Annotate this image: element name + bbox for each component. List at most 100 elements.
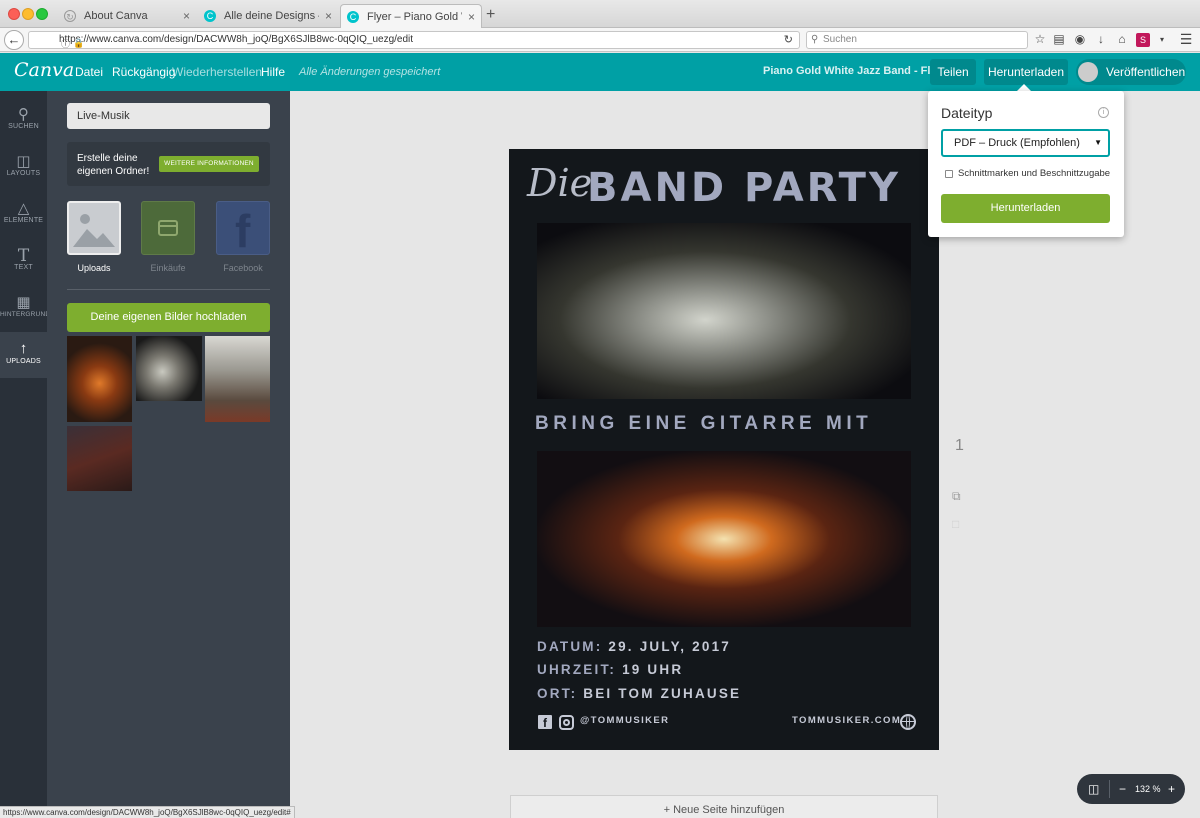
rail-item-uploads[interactable]: ↑ UPLOADS: [0, 332, 47, 378]
menu-undo[interactable]: Rückgängig: [112, 65, 175, 79]
share-button[interactable]: Teilen: [930, 59, 976, 85]
window-minimize-button[interactable]: [22, 8, 34, 20]
image-placeholder-icon: [73, 214, 115, 247]
zoom-in-button[interactable]: +: [1168, 774, 1175, 804]
tab-close-icon[interactable]: ×: [183, 9, 190, 23]
back-button[interactable]: ←: [4, 30, 24, 50]
search-icon: ⚲: [811, 34, 819, 45]
menu-file[interactable]: Datei: [75, 65, 103, 79]
uploaded-image-foggy-forest[interactable]: [205, 336, 270, 422]
flyer-page[interactable]: Die BAND PARTY BRING EINE GITARRE MIT DA…: [509, 149, 939, 750]
browser-tab-bar: ↻ About Canva × C Alle deine Designs – C…: [0, 0, 1200, 28]
file-type-selected: PDF – Druck (Empfohlen): [954, 137, 1080, 149]
purchases-source-tile[interactable]: [141, 201, 195, 255]
credit-card-icon: [158, 220, 178, 236]
tab-close-icon[interactable]: ×: [468, 10, 475, 24]
globe-icon: [900, 714, 916, 730]
uploads-source-tile[interactable]: [67, 201, 121, 255]
layouts-icon: ◫: [16, 153, 31, 170]
rail-label: HINTERGRUND: [0, 311, 51, 318]
rail-item-elements[interactable]: △ ELEMENTE: [0, 191, 47, 237]
url-input[interactable]: ⓘ 🔒 https://www.canva.com/design/DACWW8h…: [28, 31, 800, 49]
flyer-place-line[interactable]: ORT: BEI TOM ZUHAUSE: [537, 686, 741, 701]
browser-search-input[interactable]: ⚲ Suchen: [806, 31, 1028, 49]
flyer-photo-portrait[interactable]: [537, 223, 911, 399]
rail-item-background[interactable]: ▦ HINTERGRUND: [0, 285, 51, 331]
menu-redo[interactable]: Wiederherstellen: [172, 65, 262, 79]
reading-list-icon[interactable]: ▤: [1051, 32, 1067, 46]
crop-marks-label[interactable]: Schnittmarken und Beschnittzugabe: [958, 168, 1110, 179]
canva-favicon-icon: C: [204, 10, 216, 22]
page-number: 1: [955, 437, 964, 454]
menu-help[interactable]: Hilfe: [261, 65, 285, 79]
rail-item-layouts[interactable]: ◫ LAYOUTS: [0, 144, 47, 190]
purchases-source-label: Einkäufe: [150, 263, 186, 273]
uploads-source-label: Uploads: [77, 263, 111, 273]
flyer-website[interactable]: TOMMUSIKER.COM: [792, 715, 901, 726]
zoom-divider: [1109, 780, 1110, 798]
rail-item-search[interactable]: ⚲ SUCHEN: [0, 97, 47, 143]
lock-icon: 🔒: [73, 38, 85, 48]
new-tab-button[interactable]: +: [486, 6, 495, 24]
extension-menu-chevron-icon[interactable]: ▾: [1154, 35, 1170, 44]
browser-tab[interactable]: C Alle deine Designs – Canva ×: [198, 4, 338, 28]
place-value: BEI TOM ZUHAUSE: [583, 686, 742, 701]
pocket-icon[interactable]: ◉: [1072, 32, 1088, 46]
flyer-time-line[interactable]: UHRZEIT: 19 UHR: [537, 662, 683, 677]
uploaded-image-room[interactable]: [67, 426, 132, 491]
panel-search-input[interactable]: Live-Musik: [67, 103, 270, 129]
background-pattern-icon: ▦: [16, 294, 31, 311]
bookmark-star-icon[interactable]: ☆: [1032, 32, 1048, 46]
tab-close-icon[interactable]: ×: [325, 9, 332, 23]
present-icon[interactable]: ◫: [1088, 774, 1099, 804]
browser-toolbar: ← ⓘ 🔒 https://www.canva.com/design/DACWW…: [0, 28, 1200, 52]
facebook-source-label: Facebook: [223, 263, 263, 273]
time-label: UHRZEIT:: [537, 662, 617, 677]
add-page-button[interactable]: + Neue Seite hinzufügen: [510, 795, 938, 818]
crop-marks-checkbox[interactable]: [945, 170, 953, 178]
download-popover: Dateityp i PDF – Druck (Empfohlen) ▼ Sch…: [928, 91, 1124, 237]
browser-tab[interactable]: ↻ About Canva ×: [58, 4, 196, 28]
uploaded-image-portrait[interactable]: [136, 336, 202, 401]
info-icon[interactable]: i: [1098, 107, 1109, 118]
save-status: Alle Änderungen gespeichert: [299, 66, 441, 78]
download-button[interactable]: Herunterladen: [984, 59, 1068, 85]
flyer-die-text[interactable]: Die: [527, 161, 592, 205]
status-bar-url: https://www.canva.com/design/DACWW8h_joQ…: [0, 806, 295, 818]
date-value: 29. JULY, 2017: [608, 639, 732, 654]
canva-logo[interactable]: Canva: [14, 59, 74, 81]
facebook-source-tile[interactable]: f: [216, 201, 270, 257]
rail-item-text[interactable]: T TEXT: [0, 238, 47, 284]
uploaded-image-fire-basket[interactable]: [67, 336, 132, 422]
flyer-subtitle[interactable]: BRING EINE GITARRE MIT: [535, 413, 872, 435]
design-title[interactable]: Piano Gold White Jazz Band - Flyer: [763, 65, 947, 77]
window-zoom-button[interactable]: [36, 8, 48, 20]
file-type-select[interactable]: PDF – Druck (Empfohlen) ▼: [941, 129, 1110, 157]
download-confirm-button[interactable]: Herunterladen: [941, 194, 1110, 223]
flyer-date-line[interactable]: DATUM: 29. JULY, 2017: [537, 639, 731, 654]
delete-page-icon[interactable]: □: [952, 517, 959, 531]
reload-icon[interactable]: ↻: [784, 32, 793, 48]
facebook-icon: f: [235, 205, 251, 257]
folder-promo: Erstelle deine eigenen Ordner! WEITERE I…: [67, 142, 270, 186]
publish-button[interactable]: Veröffentlichen: [1076, 59, 1186, 85]
rail-label: ELEMENTE: [3, 217, 44, 224]
hamburger-menu-icon[interactable]: ☰: [1178, 31, 1194, 48]
info-icon[interactable]: ⓘ: [61, 36, 70, 52]
time-value: 19 UHR: [622, 662, 684, 677]
duplicate-page-icon[interactable]: ⧉: [952, 489, 961, 504]
search-icon: ⚲: [18, 106, 29, 123]
home-icon[interactable]: ⌂: [1114, 32, 1130, 46]
browser-tab-active[interactable]: C Flyer – Piano Gold White Jazz ×: [340, 4, 482, 28]
flyer-title[interactable]: BAND PARTY: [587, 165, 901, 211]
zoom-out-button[interactable]: −: [1119, 774, 1126, 804]
more-info-button[interactable]: WEITERE INFORMATIONEN: [159, 156, 259, 172]
extension-icon[interactable]: S: [1136, 33, 1150, 47]
download-icon[interactable]: ↓: [1093, 32, 1109, 46]
file-type-heading: Dateityp: [941, 105, 993, 121]
upload-own-images-button[interactable]: Deine eigenen Bilder hochladen: [67, 303, 270, 332]
flyer-photo-fire-basket[interactable]: [537, 451, 911, 627]
window-close-button[interactable]: [8, 8, 20, 20]
flyer-social-handle[interactable]: @TOMMUSIKER: [580, 715, 669, 726]
panel-divider: [67, 289, 270, 290]
